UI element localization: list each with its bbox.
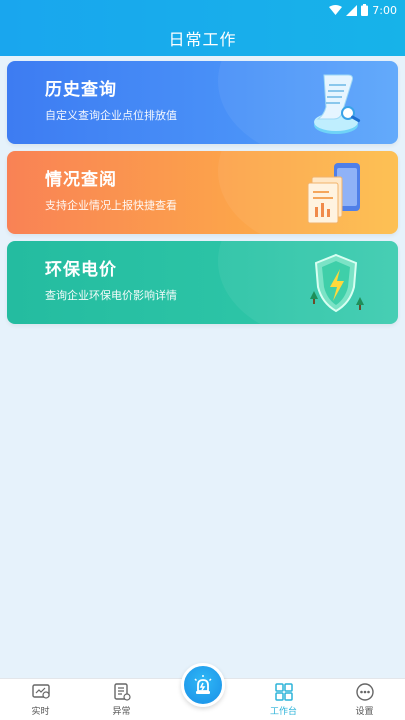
tab-label: 工作台 [269,707,297,717]
card-subtitle: 查询企业环保电价影响详情 [45,289,177,302]
alarm-siren-icon [194,675,212,694]
status-bar: 7:00 [329,2,397,18]
tab-realtime[interactable]: 实时 [0,679,81,720]
tab-abnormal[interactable]: 异常 [81,679,162,720]
wifi-icon [329,4,343,15]
status-time: 7:00 [372,3,397,17]
tab-settings[interactable]: 设置 [324,679,405,720]
card-environmental-price[interactable]: 环保电价 查询企业环保电价影响详情 [7,241,398,324]
card-title: 情况查阅 [45,170,117,190]
card-list: 历史查询 自定义查询企业点位排放值 情况查阅 支持企业情况上报快捷查看 环保电价… [7,61,398,331]
scroll-chart-icon [314,74,361,134]
card-title: 历史查询 [45,80,117,100]
card-history-query[interactable]: 历史查询 自定义查询企业点位排放值 [7,61,398,144]
page-title: 日常工作 [168,30,237,49]
card-subtitle: 支持企业情况上报快捷查看 [45,199,177,212]
settings-icon [355,683,374,701]
tab-label: 设置 [355,707,374,717]
card-situation-review[interactable]: 情况查阅 支持企业情况上报快捷查看 [7,151,398,234]
shield-lightning-icon [310,253,364,313]
tab-label: 异常 [112,707,131,717]
battery-icon [361,4,369,16]
app-header: 7:00 日常工作 [0,0,405,56]
report-icon [113,683,131,701]
tab-label: 实时 [31,707,50,717]
card-title: 环保电价 [45,260,117,280]
monitor-icon [31,684,50,699]
tab-workbench[interactable]: 工作台 [243,679,324,720]
signal-icon [346,4,358,16]
documents-phone-icon [307,163,360,224]
alarm-fab-button[interactable] [181,663,225,707]
card-subtitle: 自定义查询企业点位排放值 [45,109,177,122]
grid-icon [274,683,293,701]
